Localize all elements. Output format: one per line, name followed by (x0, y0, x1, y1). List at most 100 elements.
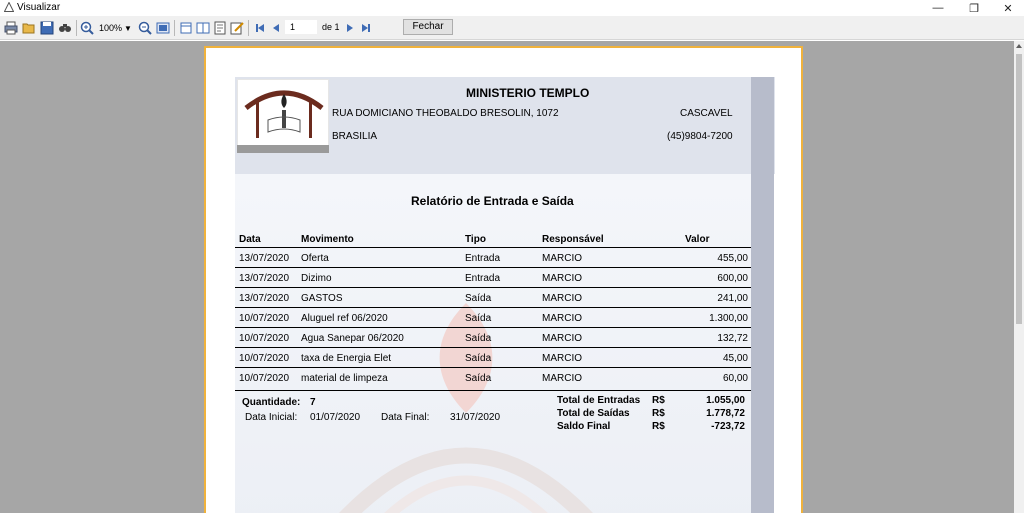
fit-page-icon[interactable] (156, 21, 170, 35)
cell-type: Saída (465, 313, 492, 324)
summary-divider (235, 390, 751, 391)
minimize-button[interactable]: — (920, 0, 956, 16)
cell-movement: Aluguel ref 06/2020 (301, 313, 388, 324)
cell-type: Entrada (465, 253, 501, 264)
print-icon[interactable] (4, 21, 18, 35)
cell-value: 132,72 (717, 333, 748, 344)
column-header-value: Valor (685, 234, 710, 245)
cell-value: 45,00 (722, 353, 748, 364)
cell-date: 13/07/2020 (239, 293, 290, 304)
total-exits-currency: R$ (652, 408, 665, 419)
toolbar: 100% ▼ 1 de 1 Fechar (0, 16, 1024, 40)
final-balance-currency: R$ (652, 421, 665, 432)
cell-date: 10/07/2020 (239, 333, 290, 344)
table-row: 13/07/2020 Oferta Entrada MARCIO 455,00 (235, 248, 751, 268)
org-city: CASCAVEL (680, 108, 733, 119)
cell-responsible: MARCIO (542, 293, 582, 304)
cell-movement: Oferta (301, 253, 329, 264)
final-balance-label: Saldo Final (557, 421, 611, 432)
cell-type: Entrada (465, 273, 501, 284)
column-header-date: Data (239, 234, 261, 245)
page-setup-icon[interactable] (213, 21, 227, 35)
start-date-value: 01/07/2020 (310, 412, 361, 423)
zoom-select[interactable]: 100% ▼ (99, 21, 132, 35)
cell-value: 1.300,00 (709, 313, 748, 324)
cell-responsible: MARCIO (542, 333, 582, 344)
find-icon[interactable] (58, 21, 72, 35)
cell-type: Saída (465, 293, 492, 304)
cell-responsible: MARCIO (542, 353, 582, 364)
table-row: 10/07/2020 Aluguel ref 06/2020 Saída MAR… (235, 308, 751, 328)
cell-responsible: MARCIO (542, 313, 582, 324)
column-header-responsible: Responsável (542, 234, 604, 245)
org-phone: (45)9804-7200 (667, 131, 733, 142)
title-bar: Visualizar — ❐ ✕ (0, 0, 1024, 16)
final-balance-value: -723,72 (711, 421, 745, 432)
toolbar-separator (174, 20, 175, 36)
report-title: Relatório de Entrada e Saída (411, 194, 574, 208)
cell-responsible: MARCIO (542, 373, 582, 384)
cell-responsible: MARCIO (542, 253, 582, 264)
cell-type: Saída (465, 333, 492, 344)
table-row: 13/07/2020 GASTOS Saída MARCIO 241,00 (235, 288, 751, 308)
page-number-input[interactable]: 1 (285, 20, 317, 34)
cell-movement: Dizimo (301, 273, 332, 284)
report-page: MINISTERIO TEMPLO RUA DOMICIANO THEOBALD… (204, 46, 803, 513)
edit-icon[interactable] (230, 21, 244, 35)
zoom-in-icon[interactable] (80, 21, 94, 35)
previous-page-icon[interactable] (270, 21, 282, 35)
table-row: 10/07/2020 taxa de Energia Elet Saída MA… (235, 348, 751, 368)
cell-date: 10/07/2020 (239, 373, 290, 384)
open-folder-icon[interactable] (22, 21, 36, 35)
logo-caption-bar (237, 145, 329, 153)
close-button[interactable]: Fechar (403, 19, 453, 35)
first-page-icon[interactable] (254, 21, 266, 35)
cell-value: 600,00 (717, 273, 748, 284)
table-row: 10/07/2020 Agua Sanepar 06/2020 Saída MA… (235, 328, 751, 348)
cell-type: Saída (465, 373, 492, 384)
end-date-label: Data Final: (381, 412, 430, 423)
preview-area: MINISTERIO TEMPLO RUA DOMICIANO THEOBALD… (0, 41, 1014, 513)
total-entries-value: 1.055,00 (706, 395, 745, 406)
vertical-scrollbar[interactable] (1014, 41, 1024, 513)
church-logo-icon (244, 90, 324, 138)
two-pages-icon[interactable] (196, 21, 210, 35)
cell-value: 241,00 (717, 293, 748, 304)
close-window-button[interactable]: ✕ (990, 0, 1024, 16)
total-entries-label: Total de Entradas (557, 395, 641, 406)
cell-date: 10/07/2020 (239, 313, 290, 324)
cell-date: 10/07/2020 (239, 353, 290, 364)
cell-date: 13/07/2020 (239, 253, 290, 264)
next-page-icon[interactable] (344, 21, 356, 35)
window-title: Visualizar (17, 2, 61, 13)
cell-movement: material de limpeza (301, 373, 388, 384)
restore-button[interactable]: ❐ (956, 0, 992, 16)
save-icon[interactable] (40, 21, 54, 35)
cell-movement: GASTOS (301, 293, 343, 304)
start-date-label: Data Inicial: (245, 412, 298, 423)
total-entries-currency: R$ (652, 395, 665, 406)
zoom-value: 100% (99, 23, 123, 33)
toolbar-separator (248, 20, 249, 36)
cell-responsible: MARCIO (542, 273, 582, 284)
last-page-icon[interactable] (360, 21, 372, 35)
warning-icon (4, 2, 14, 12)
cell-value: 455,00 (717, 253, 748, 264)
org-state: BRASILIA (332, 131, 378, 142)
cell-movement: Agua Sanepar 06/2020 (301, 333, 404, 344)
side-strip (751, 77, 774, 513)
column-header-type: Tipo (465, 234, 486, 245)
chevron-down-icon: ▼ (124, 23, 132, 33)
cell-date: 13/07/2020 (239, 273, 290, 284)
single-page-icon[interactable] (179, 21, 193, 35)
org-name: MINISTERIO TEMPLO (466, 86, 590, 100)
scroll-up-icon[interactable] (1016, 44, 1022, 48)
zoom-out-icon[interactable] (138, 21, 152, 35)
table-row: 10/07/2020 material de limpeza Saída MAR… (235, 368, 751, 388)
cell-type: Saída (465, 353, 492, 364)
scrollbar-thumb[interactable] (1016, 54, 1022, 324)
toolbar-separator (76, 20, 77, 36)
quantity-label: Quantidade: (242, 397, 301, 408)
church-logo (237, 79, 329, 153)
quantity-value: 7 (310, 397, 316, 408)
